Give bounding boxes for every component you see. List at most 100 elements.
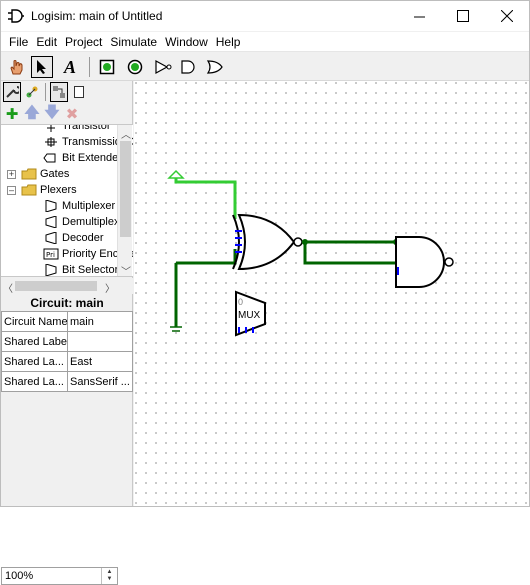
tree-item-label: Decoder [62,232,104,244]
appearance-edit-button[interactable] [70,82,88,102]
mux-select-label: 0 [238,297,243,307]
scroll-up-icon[interactable]: ︿ [121,126,131,141]
tree-item-label: Plexers [40,184,77,196]
scroll-right-icon[interactable]: 〉 [105,280,115,295]
h-scroll-thumb[interactable] [15,281,97,291]
tree-item[interactable]: Bit Extender [43,150,122,166]
multiplexer-icon [43,199,59,213]
wire-input-b[interactable] [176,249,237,265]
zoom-up-icon[interactable]: ▲ [107,569,113,576]
zoom-down-icon[interactable]: ▼ [107,576,113,583]
and-gate-tool-button[interactable] [178,56,200,78]
tree-vertical-scrollbar[interactable]: ︿ ﹀ [117,125,132,276]
ground-symbol[interactable] [170,326,182,332]
move-down-button[interactable]: 🡇 [43,104,61,123]
priority-encoder-icon: Pri [43,247,59,261]
menu-simulate[interactable]: Simulate [106,33,161,51]
title-bar: Logisim: main of Untitled [1,1,529,31]
arrow-down-icon: 🡇 [44,103,60,121]
wire-gate-link-b[interactable] [303,242,396,265]
tree-expander[interactable]: + [7,170,16,179]
poke-hand-icon [10,60,23,75]
input-pin-icon [99,59,115,75]
or-gate-tool-button[interactable] [204,56,226,78]
attribute-row: Circuit Name main [1,311,133,332]
attribute-value[interactable]: SansSerif ... [67,371,133,392]
x-icon: ✖ [65,106,79,123]
attribute-key: Shared Label [1,331,68,352]
tree-horizontal-scrollbar[interactable]: 〈 〉 [1,278,133,295]
menu-project[interactable]: Project [61,33,106,51]
input-pin-tool-button[interactable] [96,56,118,78]
tree-expander[interactable]: – [7,186,16,195]
component-tree: TransistorTransmission GateBit Extender+… [1,124,133,277]
attributes-table: Circuit Name main Shared Label Shared La...… [1,311,133,392]
poke-tool-button[interactable] [5,56,27,78]
move-up-button[interactable]: 🡅 [23,104,41,123]
wire-junction [302,239,308,245]
menu-edit[interactable]: Edit [32,33,61,51]
minimize-button[interactable] [397,1,441,31]
wire-active[interactable] [174,178,237,219]
transmission-gate-icon [43,135,59,149]
select-arrow-icon [37,60,46,74]
multiplexer[interactable]: 0 MUX [235,290,266,337]
tree-item[interactable]: Multiplexer [43,198,115,214]
add-circuit-button[interactable]: ✚ [3,105,21,123]
tree-item-label: Bit Extender [62,152,122,164]
plus-icon: ✚ [5,106,19,123]
scroll-thumb[interactable] [120,141,131,237]
menu-help[interactable]: Help [212,33,245,51]
explorer-actions: ✚ 🡅 🡇 ✖ [1,104,133,124]
tree-item-label: Bit Selector [62,264,119,276]
attribute-row: Shared La... East [1,351,133,372]
attribute-value[interactable]: East [67,351,133,372]
logisim-window: Logisim: main of Untitled File Edit Proj… [0,0,530,585]
input-pin-triangle[interactable] [167,169,185,179]
tree-item[interactable]: Transistor [43,124,111,134]
close-button[interactable] [485,1,529,31]
mux-label: MUX [238,310,261,321]
attribute-row: Shared La... SansSerif ... [1,371,133,392]
tree-item-label: Gates [40,168,70,180]
or-gate-icon [206,60,223,74]
explorer-toolbar [1,81,133,103]
folder-icon [21,167,37,181]
attribute-value[interactable]: main [67,311,133,332]
tree-folder-plexers[interactable]: Plexers [21,182,77,198]
zoom-spinner[interactable]: ▲ ▼ [101,568,117,584]
close-icon [501,10,513,22]
appearance-icon [74,86,84,98]
delete-circuit-button[interactable]: ✖ [63,105,81,123]
layout-edit-button[interactable] [50,82,68,102]
tool-bar: A [1,53,529,81]
minimize-icon [413,16,425,17]
attribute-key: Circuit Name [1,311,68,332]
xnor-gate[interactable] [232,213,303,271]
text-tool-button[interactable]: A [59,56,81,78]
scroll-left-icon[interactable]: 〈 [3,280,13,295]
bit-extender-icon [43,151,59,165]
demultiplexer-icon [43,215,59,229]
layout-icon [53,86,65,98]
not-gate-tool-button[interactable] [152,56,174,78]
transistor-icon [43,125,59,133]
nand-gate[interactable] [395,236,454,288]
toolbox-view-button[interactable] [3,82,21,102]
scroll-down-icon[interactable]: ﹀ [121,263,131,276]
simulation-view-button[interactable] [23,82,41,102]
select-tool-button[interactable] [31,56,53,78]
tree-item[interactable]: Bit Selector [43,262,119,276]
menu-file[interactable]: File [5,33,32,51]
output-pin-tool-button[interactable] [124,56,146,78]
circuit-canvas[interactable]: 0 MUX [134,81,529,506]
maximize-button[interactable] [441,1,485,31]
attribute-value[interactable] [67,331,133,352]
folder-icon [21,183,37,197]
menu-window[interactable]: Window [161,33,212,51]
tree-folder-gates[interactable]: Gates [21,166,69,182]
text-tool-icon: A [63,56,76,77]
not-gate-icon [155,59,172,75]
tree-item-label: Transistor [62,124,111,132]
tree-item[interactable]: Decoder [43,230,104,246]
